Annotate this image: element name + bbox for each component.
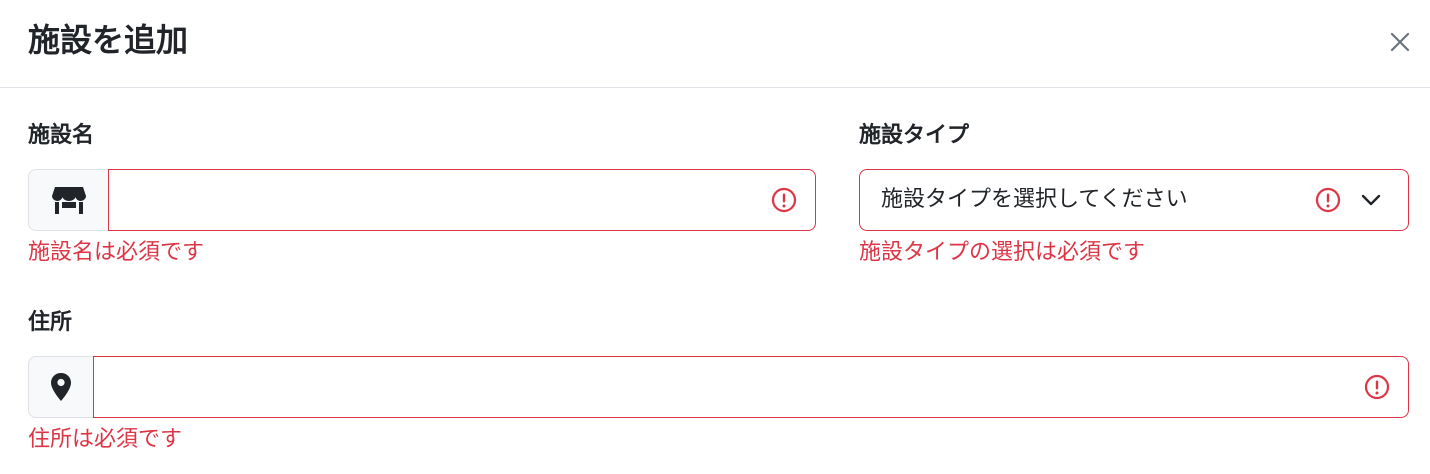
address-label: 住所 xyxy=(28,310,73,335)
store-icon xyxy=(51,187,86,214)
modal-header: 施設を追加 xyxy=(0,0,1430,88)
address-error: 住所は必須です xyxy=(28,427,183,452)
facility-name-label: 施設名 xyxy=(28,123,95,148)
facility-name-addon xyxy=(28,169,108,231)
location-pin-icon xyxy=(51,373,71,401)
facility-type-error-icon xyxy=(1315,187,1341,213)
facility-type-error: 施設タイプの選択は必須です xyxy=(859,240,1146,265)
address-addon xyxy=(28,356,93,418)
close-icon xyxy=(1390,32,1410,52)
facility-name-error-icon xyxy=(771,187,797,213)
address-error-icon xyxy=(1364,374,1390,400)
modal-title: 施設を追加 xyxy=(28,21,189,59)
facility-name-input[interactable] xyxy=(108,169,816,231)
facility-type-label: 施設タイプ xyxy=(859,123,970,148)
chevron-down-icon xyxy=(1361,194,1381,206)
facility-name-error: 施設名は必須です xyxy=(28,240,205,265)
close-button[interactable] xyxy=(1378,20,1422,64)
facility-type-selected-value: 施設タイプを選択してください xyxy=(881,187,1188,212)
address-input[interactable] xyxy=(93,356,1409,418)
